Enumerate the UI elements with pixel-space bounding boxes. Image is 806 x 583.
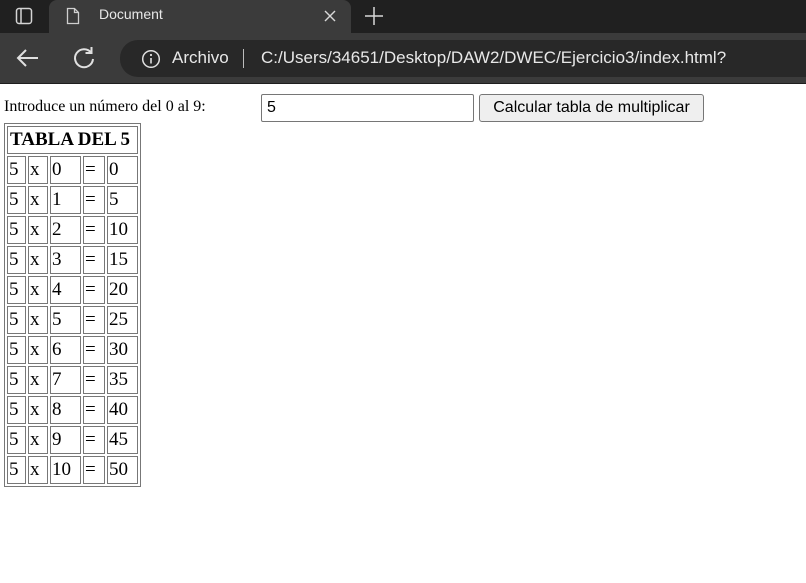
table-row: 5 x 8 = 40 — [7, 396, 138, 424]
multiplication-table: TABLA DEL 5 5 x 0 = 0 5 x 1 = 5 5 x 2 = … — [4, 123, 141, 487]
cell-multiplicand: 5 — [7, 186, 26, 214]
cell-operator: x — [28, 426, 48, 454]
cell-equals: = — [83, 456, 105, 484]
cell-multiplier: 7 — [50, 366, 81, 394]
document-icon — [66, 7, 80, 25]
browser-tab[interactable]: Document — [49, 0, 351, 33]
cell-operator: x — [28, 456, 48, 484]
table-row: 5 x 9 = 45 — [7, 426, 138, 454]
address-separator — [243, 49, 244, 68]
cell-operator: x — [28, 186, 48, 214]
cell-operator: x — [28, 366, 48, 394]
table-row: 5 x 10 = 50 — [7, 456, 138, 484]
cell-equals: = — [83, 426, 105, 454]
cell-multiplier: 2 — [50, 216, 81, 244]
table-row: 5 x 3 = 15 — [7, 246, 138, 274]
cell-multiplier: 1 — [50, 186, 81, 214]
navigation-toolbar: Archivo C:/Users/34651/Desktop/DAW2/DWEC… — [0, 33, 806, 84]
cell-operator: x — [28, 336, 48, 364]
info-icon[interactable] — [141, 49, 161, 69]
number-input[interactable] — [261, 94, 474, 122]
cell-equals: = — [83, 186, 105, 214]
table-row: 5 x 4 = 20 — [7, 276, 138, 304]
cell-multiplicand: 5 — [7, 396, 26, 424]
cell-equals: = — [83, 156, 105, 184]
table-row: 5 x 7 = 35 — [7, 366, 138, 394]
cell-result: 20 — [107, 276, 138, 304]
cell-result: 30 — [107, 336, 138, 364]
cell-equals: = — [83, 276, 105, 304]
cell-multiplicand: 5 — [7, 366, 26, 394]
cell-result: 35 — [107, 366, 138, 394]
cell-multiplier: 3 — [50, 246, 81, 274]
url-text[interactable]: C:/Users/34651/Desktop/DAW2/DWEC/Ejercic… — [261, 48, 726, 68]
cell-multiplicand: 5 — [7, 216, 26, 244]
cell-multiplier: 4 — [50, 276, 81, 304]
cell-equals: = — [83, 336, 105, 364]
cell-multiplicand: 5 — [7, 246, 26, 274]
cell-equals: = — [83, 366, 105, 394]
table-row: 5 x 2 = 10 — [7, 216, 138, 244]
cell-operator: x — [28, 276, 48, 304]
new-tab-plus-icon[interactable] — [361, 3, 387, 29]
cell-multiplier: 10 — [50, 456, 81, 484]
cell-result: 5 — [107, 186, 138, 214]
cell-multiplicand: 5 — [7, 306, 26, 334]
cell-multiplicand: 5 — [7, 336, 26, 364]
cell-operator: x — [28, 156, 48, 184]
cell-operator: x — [28, 306, 48, 334]
cell-equals: = — [83, 246, 105, 274]
reload-icon[interactable] — [70, 45, 98, 71]
cell-result: 15 — [107, 246, 138, 274]
calculate-table-button[interactable]: Calcular tabla de multiplicar — [479, 94, 704, 122]
tab-title: Document — [99, 6, 163, 22]
cell-result: 25 — [107, 306, 138, 334]
table-row: 5 x 5 = 25 — [7, 306, 138, 334]
tab-bar: Document — [0, 0, 806, 33]
cell-multiplier: 9 — [50, 426, 81, 454]
cell-multiplicand: 5 — [7, 156, 26, 184]
cell-result: 50 — [107, 456, 138, 484]
cell-multiplier: 5 — [50, 306, 81, 334]
cell-equals: = — [83, 216, 105, 244]
site-info-label[interactable]: Archivo — [172, 48, 229, 68]
cell-multiplier: 6 — [50, 336, 81, 364]
cell-result: 0 — [107, 156, 138, 184]
cell-operator: x — [28, 396, 48, 424]
tab-actions-icon[interactable] — [8, 4, 40, 28]
table-title: TABLA DEL 5 — [7, 126, 138, 154]
cell-operator: x — [28, 246, 48, 274]
address-bar[interactable]: Archivo C:/Users/34651/Desktop/DAW2/DWEC… — [120, 40, 806, 77]
cell-multiplier: 8 — [50, 396, 81, 424]
table-row: 5 x 6 = 30 — [7, 336, 138, 364]
close-icon[interactable] — [322, 8, 338, 24]
cell-result: 40 — [107, 396, 138, 424]
cell-result: 10 — [107, 216, 138, 244]
cell-multiplicand: 5 — [7, 276, 26, 304]
cell-equals: = — [83, 306, 105, 334]
back-arrow-icon[interactable] — [14, 46, 42, 70]
cell-operator: x — [28, 216, 48, 244]
table-row: 5 x 0 = 0 — [7, 156, 138, 184]
cell-multiplicand: 5 — [7, 426, 26, 454]
table-row: 5 x 1 = 5 — [7, 186, 138, 214]
cell-equals: = — [83, 396, 105, 424]
cell-multiplicand: 5 — [7, 456, 26, 484]
number-prompt-label: Introduce un número del 0 al 9: — [4, 98, 206, 115]
cell-result: 45 — [107, 426, 138, 454]
cell-multiplier: 0 — [50, 156, 81, 184]
